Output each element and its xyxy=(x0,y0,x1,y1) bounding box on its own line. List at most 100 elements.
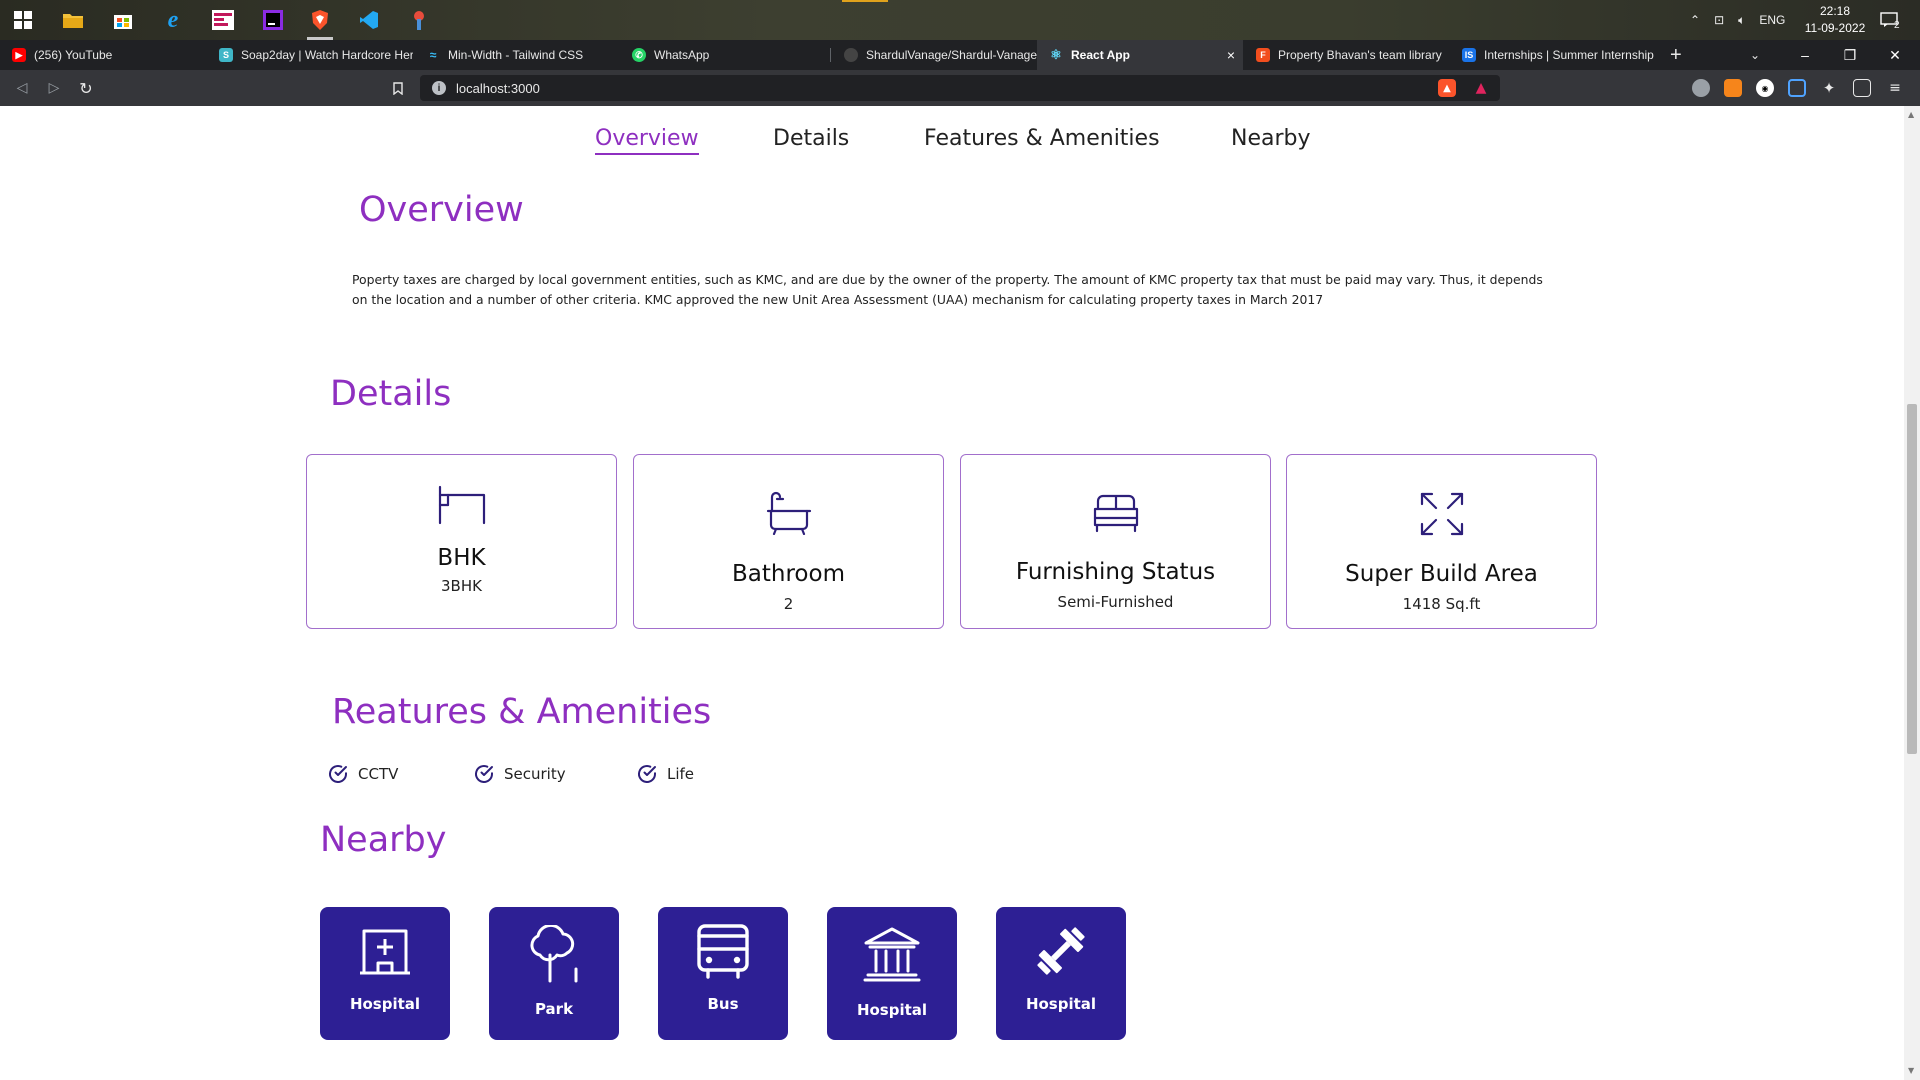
nav-details[interactable]: Details xyxy=(773,126,849,151)
sofa-icon xyxy=(961,493,1270,533)
browser-tab-label: Soap2day | Watch Hardcore Her xyxy=(241,48,413,62)
amenity-item-security: Security xyxy=(474,764,566,784)
new-tab-button[interactable]: + xyxy=(1664,40,1694,70)
forward-icon[interactable]: ▷ xyxy=(44,78,64,98)
nearby-card-park[interactable]: Park xyxy=(489,907,619,1040)
dumbbell-icon xyxy=(996,922,1126,980)
browser-tab[interactable]: ≈ Min-Width - Tailwind CSS xyxy=(414,40,619,70)
site-info-icon[interactable]: i xyxy=(432,81,446,95)
overview-description: Poperty taxes are charged by local gover… xyxy=(352,272,1543,307)
bookmark-icon[interactable] xyxy=(388,78,408,98)
nearby-label: Hospital xyxy=(1025,995,1097,1013)
nav-nearby[interactable]: Nearby xyxy=(1231,126,1311,151)
brave-browser-icon[interactable] xyxy=(305,5,335,40)
language-indicator[interactable]: ENG xyxy=(1759,13,1785,27)
whatsapp-icon: ✆ xyxy=(632,48,646,62)
nearby-card-bus[interactable]: Bus xyxy=(658,907,788,1040)
check-circle-icon xyxy=(475,765,493,783)
browser-tab[interactable]: ShardulVanage/Shardul-Vanage xyxy=(832,40,1037,70)
detail-card-title: BHK xyxy=(437,545,486,571)
nearby-label: Hospital xyxy=(349,995,421,1013)
browser-tab-label: ShardulVanage/Shardul-Vanage xyxy=(866,48,1037,62)
internet-explorer-icon[interactable]: e xyxy=(158,5,188,35)
close-tab-icon[interactable]: × xyxy=(1227,47,1235,63)
file-explorer-icon[interactable] xyxy=(58,5,88,35)
page-content: Overview Details Features & Amenities Ne… xyxy=(0,106,1904,1080)
amenities-heading: Reatures & Amenities xyxy=(332,692,712,732)
clock-date: 11-09-2022 xyxy=(1804,21,1866,35)
metamask-icon[interactable] xyxy=(1724,79,1742,97)
detail-card-title: Super Build Area xyxy=(1345,561,1538,587)
soap2day-icon: S xyxy=(219,48,233,62)
close-window-button[interactable]: ✕ xyxy=(1875,40,1915,70)
browser-tab[interactable]: S Soap2day | Watch Hardcore Her xyxy=(207,40,413,70)
amenity-label: Security xyxy=(504,765,566,783)
check-circle-icon xyxy=(638,765,656,783)
bed-icon xyxy=(307,485,616,525)
brave-rewards-icon[interactable]: ▲ xyxy=(1472,79,1490,97)
browser-tab-label: WhatsApp xyxy=(654,48,710,62)
page-scrollbar[interactable]: ▲ ▼ xyxy=(1904,106,1920,1080)
app-icon[interactable] xyxy=(208,5,238,35)
wallet-icon[interactable] xyxy=(1853,79,1871,97)
vscode-icon[interactable] xyxy=(354,5,384,35)
check-circle-icon xyxy=(329,765,347,783)
overview-heading: Overview xyxy=(359,190,524,230)
network-icon[interactable]: ⊡ xyxy=(1714,13,1724,27)
bus-icon xyxy=(658,923,788,979)
browser-tab[interactable]: IS Internships | Summer Internship xyxy=(1450,40,1655,70)
app-icon-2[interactable] xyxy=(404,5,434,35)
notification-center[interactable]: 2 xyxy=(1880,0,1900,40)
browser-tab-active[interactable]: ⚛ React App × xyxy=(1037,40,1243,70)
volume-icon[interactable]: 🔈︎ xyxy=(1738,13,1745,28)
figma-icon: F xyxy=(1256,48,1270,62)
expand-arrows-icon xyxy=(1287,491,1596,537)
nav-overview[interactable]: Overview xyxy=(595,126,699,155)
nearby-card-bank[interactable]: Hospital xyxy=(827,907,957,1040)
amenity-label: Life xyxy=(667,765,695,783)
chevron-up-icon[interactable]: ⌃ xyxy=(1690,13,1700,27)
url-text: localhost:3000 xyxy=(456,80,540,96)
tailwind-icon: ≈ xyxy=(429,48,437,62)
amenity-item-life: Life xyxy=(637,764,694,784)
nearby-heading: Nearby xyxy=(320,820,447,860)
store-icon[interactable] xyxy=(108,5,138,35)
nearby-card-hospital[interactable]: Hospital xyxy=(320,907,450,1040)
clock[interactable]: 22:18 11-09-2022 xyxy=(1800,3,1870,37)
nearby-card-gym[interactable]: Hospital xyxy=(996,907,1126,1040)
nearby-label: Hospital xyxy=(856,1001,928,1019)
tree-icon xyxy=(489,925,619,983)
browser-tab[interactable]: ▶ (256) YouTube xyxy=(0,40,205,70)
github-icon xyxy=(844,48,858,62)
browser-tab[interactable]: ✆ WhatsApp xyxy=(620,40,825,70)
menu-icon[interactable]: ≡ xyxy=(1886,79,1904,97)
profile-extension-icon[interactable]: ◉ xyxy=(1756,79,1774,97)
windows-start-icon[interactable] xyxy=(8,5,38,35)
windows-taskbar: e ⌃ ⊡ 🔈︎ ENG 22:18 11-09-2022 2 xyxy=(0,0,1920,40)
scroll-up-icon[interactable]: ▲ xyxy=(1908,110,1916,119)
address-bar[interactable]: i localhost:3000 xyxy=(420,75,1500,101)
scrollbar-thumb[interactable] xyxy=(1907,404,1917,754)
nearby-label: Park xyxy=(534,1000,574,1018)
extension-icon[interactable] xyxy=(1692,79,1710,97)
nav-features-amenities[interactable]: Features & Amenities xyxy=(924,126,1160,151)
minimize-button[interactable]: – xyxy=(1785,40,1825,70)
detail-card-title: Bathroom xyxy=(732,561,845,587)
detail-card-bhk: BHK 3BHK xyxy=(306,454,617,629)
brave-shields-icon[interactable]: ▲ xyxy=(1438,79,1456,97)
clock-time: 22:18 xyxy=(1819,4,1851,18)
amenity-item-cctv: CCTV xyxy=(328,764,398,784)
scroll-down-icon[interactable]: ▼ xyxy=(1908,1066,1916,1075)
browser-tab-label: Internships | Summer Internship xyxy=(1484,48,1654,62)
system-tray: ⌃ ⊡ 🔈︎ ENG xyxy=(1690,0,1785,40)
browser-tab[interactable]: F Property Bhavan's team library xyxy=(1244,40,1449,70)
restore-button[interactable]: ❐ xyxy=(1830,40,1870,70)
detail-card-value: 2 xyxy=(783,595,794,613)
reload-icon[interactable]: ↻ xyxy=(76,78,96,98)
hospital-icon xyxy=(320,925,450,975)
extensions-puzzle-icon[interactable]: ✦ xyxy=(1820,79,1838,97)
jetbrains-icon[interactable] xyxy=(258,5,288,35)
back-icon[interactable]: ◁ xyxy=(12,78,32,98)
screenshot-extension-icon[interactable] xyxy=(1788,79,1806,97)
tab-search-chevron-icon[interactable]: ⌄ xyxy=(1746,40,1770,70)
